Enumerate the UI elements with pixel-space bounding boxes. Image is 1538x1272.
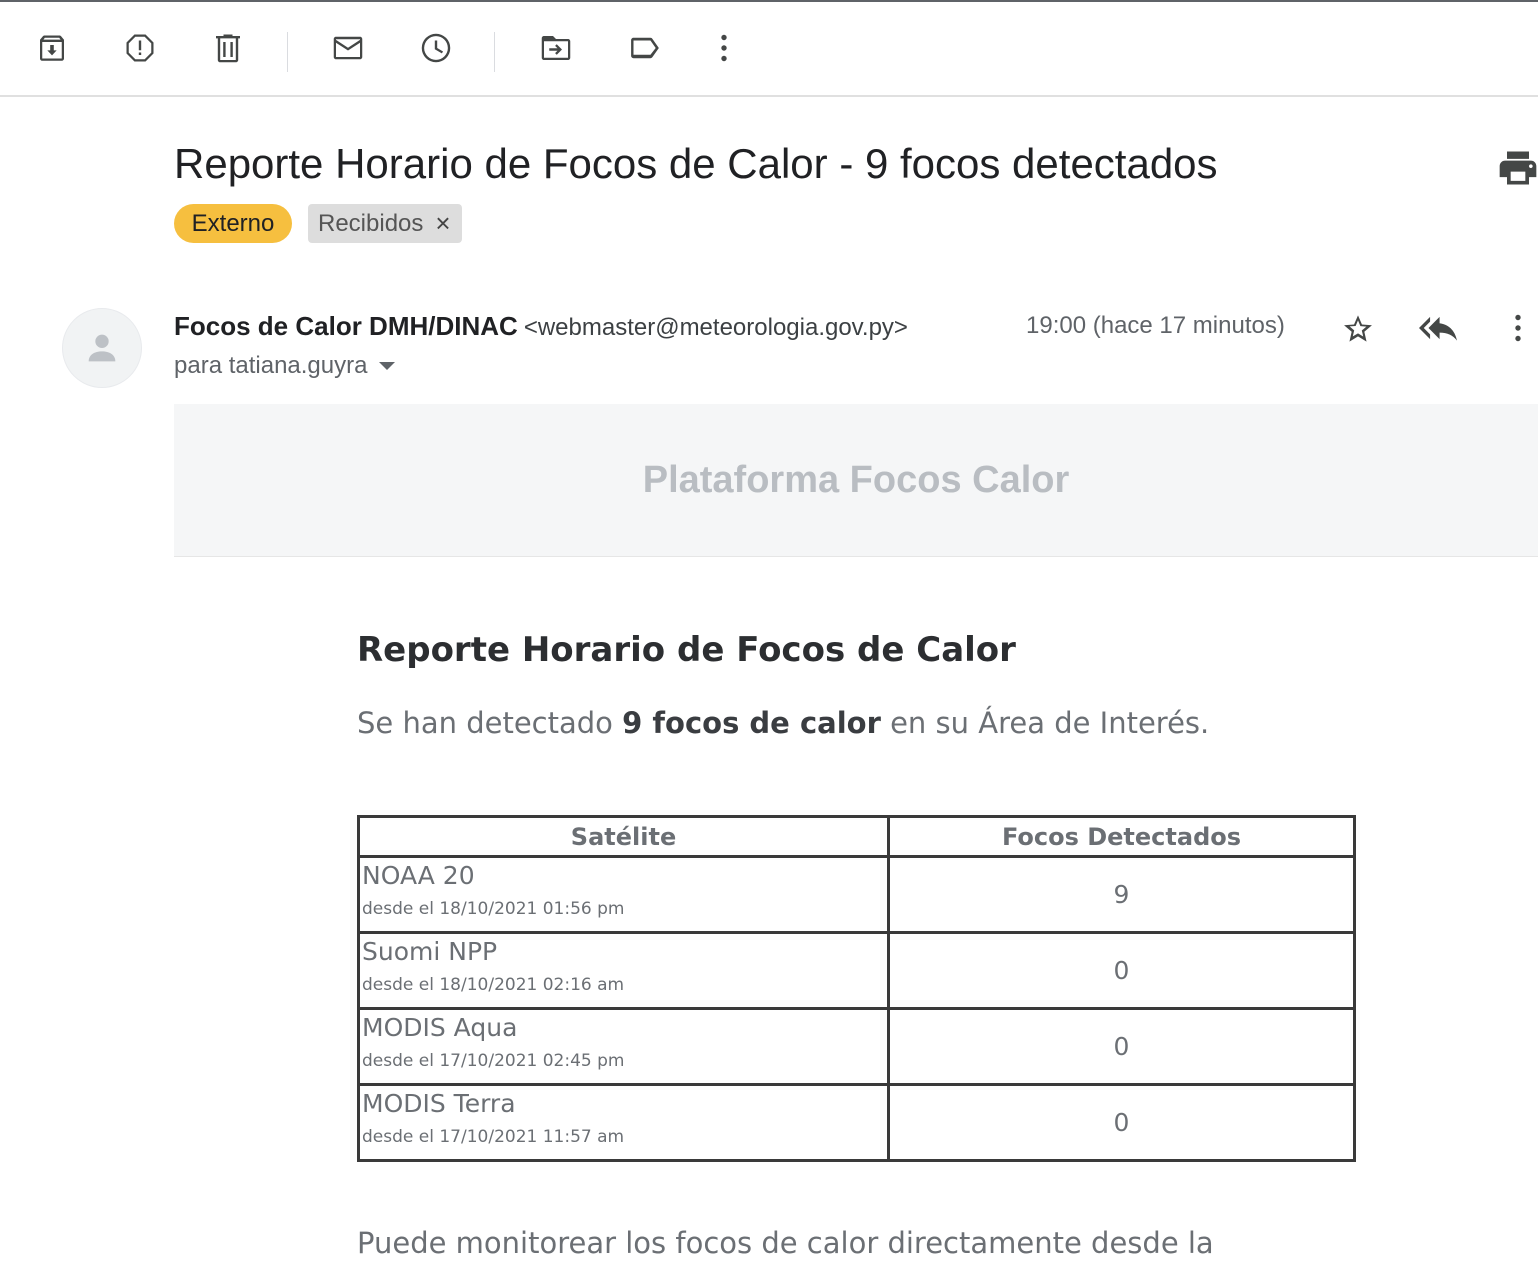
table-row: Suomi NPP desde el 18/10/2021 02:16 am 0 — [357, 931, 1356, 1010]
satellite-cell: MODIS Terra desde el 17/10/2021 11:57 am — [357, 1083, 890, 1162]
mail-icon — [333, 36, 363, 60]
snooze-button[interactable] — [414, 26, 458, 70]
focos-count: 0 — [887, 1007, 1356, 1086]
print-button[interactable] — [1496, 146, 1538, 190]
sender-email: <webmaster@meteorologia.gov.py> — [523, 314, 908, 341]
column-header-satellite: Satélite — [357, 815, 890, 858]
monitor-text: Puede monitorear los focos de calor dire… — [357, 1226, 1214, 1260]
table-row: MODIS Aqua desde el 17/10/2021 02:45 pm … — [357, 1007, 1356, 1086]
satellite-cell: NOAA 20 desde el 18/10/2021 01:56 pm — [357, 855, 890, 934]
satellite-since: desde el 18/10/2021 02:16 am — [362, 975, 625, 995]
print-icon — [1499, 151, 1537, 185]
satellite-since: desde el 17/10/2021 11:57 am — [362, 1127, 625, 1147]
report-spam-icon — [126, 34, 154, 62]
caret-down-icon[interactable] — [379, 362, 396, 370]
star-button[interactable] — [1336, 306, 1380, 350]
more-vert-icon — [1515, 314, 1521, 342]
table-row: NOAA 20 desde el 18/10/2021 01:56 pm 9 — [357, 855, 1356, 934]
recipient-details-toggle[interactable]: para tatiana.guyra — [174, 352, 396, 380]
label-chip-externo: Externo — [174, 204, 292, 243]
sender-name[interactable]: Focos de Calor DMH/DINAC — [174, 311, 518, 341]
move-to-folder-icon — [541, 36, 571, 60]
satellite-name: MODIS Terra — [362, 1089, 516, 1118]
label-externo-text: Externo — [191, 209, 275, 237]
summary-suffix: en su Área de Interés. — [880, 706, 1210, 740]
satellite-cell: Suomi NPP desde el 18/10/2021 02:16 am — [357, 931, 890, 1010]
toolbar-divider — [287, 32, 288, 72]
more-options-button[interactable] — [702, 26, 746, 70]
toolbar-divider — [494, 32, 495, 72]
label-icon — [631, 37, 659, 59]
recipient-text: para tatiana.guyra — [174, 352, 368, 379]
delete-icon — [216, 34, 240, 63]
summary-count: 9 focos de calor — [622, 706, 881, 740]
remove-label-icon[interactable]: × — [435, 208, 450, 239]
report-spam-button[interactable] — [118, 26, 162, 70]
report-summary: Se han detectado 9 focos de calor en su … — [357, 706, 1357, 740]
column-header-count: Focos Detectados — [887, 815, 1356, 858]
label-button[interactable] — [622, 26, 666, 70]
label-recibidos-text: Recibidos — [318, 209, 424, 237]
satellite-name: NOAA 20 — [362, 861, 475, 890]
table-row: MODIS Terra desde el 17/10/2021 11:57 am… — [357, 1083, 1356, 1162]
satellite-since: desde el 17/10/2021 02:45 pm — [362, 1051, 625, 1071]
archive-icon — [40, 35, 64, 61]
satellite-cell: MODIS Aqua desde el 17/10/2021 02:45 pm — [357, 1007, 890, 1086]
focos-count: 9 — [887, 855, 1356, 934]
more-vert-icon — [721, 34, 727, 62]
move-to-button[interactable] — [534, 26, 578, 70]
email-subject: Reporte Horario de Focos de Calor - 9 fo… — [174, 140, 1218, 187]
message-timestamp: 19:00 (hace 17 minutos) — [1026, 312, 1285, 339]
delete-button[interactable] — [206, 26, 250, 70]
mark-unread-button[interactable] — [326, 26, 370, 70]
satellite-since: desde el 18/10/2021 01:56 pm — [362, 899, 625, 919]
satellite-name: Suomi NPP — [362, 937, 498, 966]
reply-all-icon — [1419, 316, 1457, 341]
email-content: Reporte Horario de Focos de Calor Se han… — [357, 630, 1357, 740]
label-chip-recibidos[interactable]: Recibidos × — [308, 204, 462, 243]
avatar — [62, 308, 142, 388]
focos-count: 0 — [887, 1083, 1356, 1162]
report-heading: Reporte Horario de Focos de Calor — [357, 630, 1016, 670]
satellite-name: MODIS Aqua — [362, 1013, 518, 1042]
table-header-row: Satélite Focos Detectados — [357, 815, 1356, 858]
person-icon — [88, 334, 116, 362]
focos-count: 0 — [887, 931, 1356, 1010]
reply-all-button[interactable] — [1416, 306, 1460, 350]
clock-icon — [421, 33, 451, 63]
message-toolbar — [0, 2, 1538, 97]
archive-button[interactable] — [30, 26, 74, 70]
satellite-table: Satélite Focos Detectados NOAA 20 desde … — [357, 815, 1356, 1162]
banner-title: Plataforma Focos Calor — [642, 458, 1070, 501]
message-more-button[interactable] — [1496, 306, 1538, 350]
sender-line: Focos de Calor DMH/DINAC <webmaster@meteo… — [174, 311, 908, 342]
summary-prefix: Se han detectado — [357, 706, 623, 740]
star-icon — [1344, 315, 1372, 342]
email-banner: Plataforma Focos Calor — [174, 404, 1538, 557]
